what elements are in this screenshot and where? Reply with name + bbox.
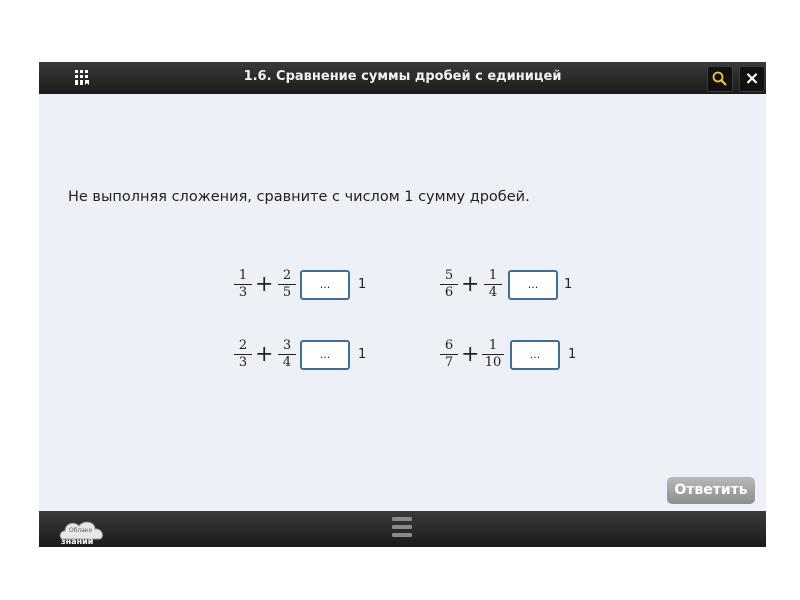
exercise-2: 56 + 14 ... 1: [440, 269, 580, 309]
plus-sign: +: [461, 342, 480, 367]
close-button[interactable]: ×: [739, 66, 765, 92]
logo-text-2: знаний: [61, 537, 93, 545]
plus-sign: +: [461, 272, 480, 297]
magnifier-icon: [712, 71, 727, 86]
fraction: 34: [278, 339, 296, 370]
bottom-bar: Облако знаний: [39, 511, 766, 547]
search-button[interactable]: [707, 66, 733, 92]
comparison-input[interactable]: ...: [508, 270, 558, 300]
comparison-input[interactable]: ...: [300, 270, 350, 300]
app-window: 1.6. Сравнение суммы дробей с единицей ×…: [39, 62, 766, 547]
exercise-1: 13 + 25 ... 1: [234, 269, 374, 309]
fraction: 56: [440, 269, 458, 300]
exercise-3: 23 + 34 ... 1: [234, 339, 374, 379]
fraction: 67: [440, 339, 458, 370]
plus-sign: +: [255, 342, 274, 367]
page-title: 1.6. Сравнение суммы дробей с единицей: [243, 69, 562, 84]
top-bar: 1.6. Сравнение суммы дробей с единицей ×: [39, 62, 766, 94]
menu-handle-icon[interactable]: [392, 517, 412, 541]
plus-sign: +: [255, 272, 274, 297]
fraction: 1 10: [482, 339, 504, 370]
logo-text-1: Облако: [69, 527, 93, 534]
answer-button[interactable]: Ответить: [667, 477, 755, 504]
fraction: 25: [278, 269, 296, 300]
exercise-4: 67 + 1 10 ... 1: [440, 339, 585, 379]
fraction: 14: [484, 269, 502, 300]
task-instruction: Не выполняя сложения, сравните с числом …: [68, 189, 530, 205]
compare-number: 1: [358, 277, 367, 292]
compare-number: 1: [568, 347, 577, 362]
fraction: 23: [234, 339, 252, 370]
fraction: 13: [234, 269, 252, 300]
comparison-input[interactable]: ...: [510, 340, 560, 370]
oblako-znaniy-logo: Облако знаний: [57, 513, 107, 546]
close-icon: ×: [744, 68, 760, 89]
comparison-input[interactable]: ...: [300, 340, 350, 370]
compare-number: 1: [358, 347, 367, 362]
compare-number: 1: [564, 277, 573, 292]
